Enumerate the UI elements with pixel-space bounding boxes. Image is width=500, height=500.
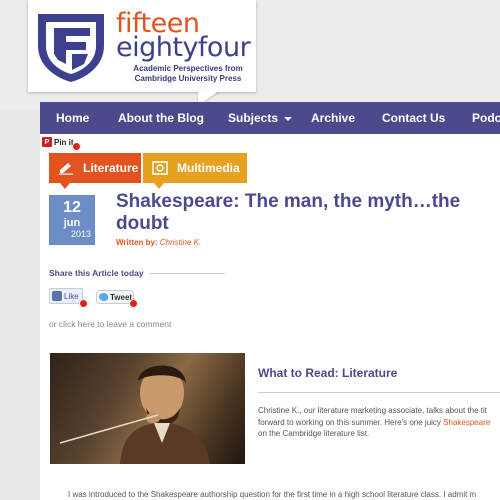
tag-multimedia-label: Multimedia [177,161,240,175]
pinterest-icon: P [42,137,52,147]
author-link[interactable]: Christine K. [160,238,201,247]
portrait-illustration [59,365,210,464]
facebook-like-button[interactable]: Like [49,288,83,304]
post-date: 12 jun 2013 [49,195,95,245]
article-image-shakespeare-portrait [50,353,245,464]
nav-item-subjects-label: Subjects [228,111,279,125]
nav-item-about[interactable]: About the Blog [118,111,204,125]
divider [258,392,500,393]
category-tag-multimedia[interactable]: Multimedia [143,153,247,183]
article-body-paragraph: I was introduced to the Shakespeare auth… [68,490,477,499]
film-icon [151,161,169,175]
twitter-bird-icon [99,293,108,301]
nav-item-subjects[interactable]: Subjects [228,111,293,125]
share-count-icon [129,299,138,308]
category-tag-literature[interactable]: Literature [49,153,141,183]
divider [150,273,225,274]
post-byline: Written by: Christine K. [116,238,201,247]
summary-line-1: Christine K., our literature marketing a… [258,406,487,415]
shakespeare-link[interactable]: Shakespeare [443,418,490,427]
site-logo[interactable]: fifteen eightyfour Academic Perspectives… [28,0,256,92]
tag-literature-label: Literature [83,161,139,175]
nav-item-home[interactable]: Home [56,111,89,125]
section-summary: Christine K., our literature marketing a… [258,405,500,440]
post-title: Shakespeare: The man, the myth…the doubt [116,191,461,234]
chevron-down-icon [284,116,293,121]
date-year: 2013 [70,229,91,239]
thumbs-up-icon [52,291,62,301]
tag-pointer [154,183,164,189]
shield-logo-icon [38,14,104,82]
date-day: 12 [63,199,81,216]
date-month: jun [63,217,81,229]
summary-line-2-text: forward to working on this summer. Here'… [258,417,444,427]
like-label: Like [64,291,79,301]
pin-it-button[interactable]: P Pin it [42,137,74,147]
leave-comment-link[interactable]: or click here to leave a comment [49,319,171,329]
written-by-label: Written by: [116,238,158,247]
main-navigation: Home About the Blog Subjects Archive Con… [40,102,500,134]
section-heading: What to Read: Literature [258,366,398,380]
share-heading: Share this Article today [49,268,144,278]
pin-it-label: Pin it [54,137,74,147]
logo-subtitle: Academic Perspectives from Cambridge Uni… [128,64,248,84]
summary-line-3: on the Cambridge literature list. [258,429,370,438]
logo-title-eightyfour: eightyfour [116,32,251,63]
logo-subtitle-line1: Academic Perspectives from [133,64,243,73]
nav-item-archive[interactable]: Archive [311,111,355,125]
summary-line-2: forward to working on this summer. Here'… [258,417,500,429]
nav-item-contact[interactable]: Contact Us [382,111,445,125]
logo-subtitle-line2: Cambridge University Press [134,74,242,83]
pencil-icon [57,161,75,175]
share-count-icon [79,299,88,308]
nav-item-podcasts[interactable]: Podc [472,111,500,125]
share-count-icon [72,142,81,151]
tag-pointer [60,183,70,189]
